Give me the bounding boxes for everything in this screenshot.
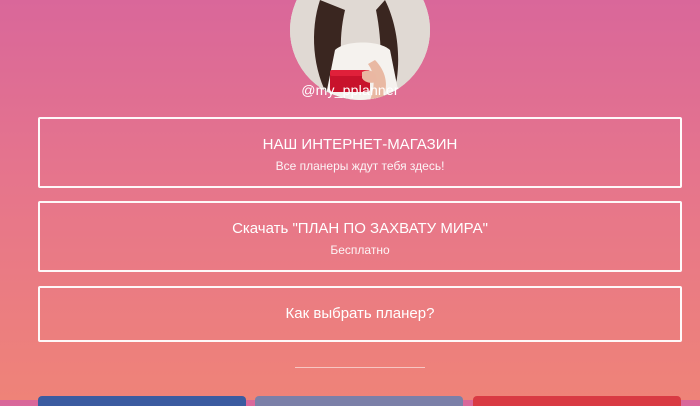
link-title: Скачать "ПЛАН ПО ЗАХВАТУ МИРА"	[232, 220, 488, 237]
link-subtitle: Бесплатно	[330, 243, 390, 257]
social-button-1[interactable]	[38, 396, 246, 406]
link-online-store[interactable]: НАШ ИНТЕРНЕТ-МАГАЗИН Все планеры ждут те…	[38, 117, 682, 188]
link-subtitle: Все планеры ждут тебя здесь!	[275, 159, 445, 173]
social-button-3[interactable]	[473, 396, 681, 406]
link-title: Как выбрать планер?	[285, 305, 435, 322]
link-download-plan[interactable]: Скачать "ПЛАН ПО ЗАХВАТУ МИРА" Бесплатно	[38, 201, 682, 272]
link-choose-planner[interactable]: Как выбрать планер?	[38, 286, 682, 342]
link-title: НАШ ИНТЕРНЕТ-МАГАЗИН	[262, 136, 458, 153]
profile-username: @my_pplanner	[301, 82, 399, 98]
social-button-2[interactable]	[255, 396, 463, 406]
section-divider	[295, 367, 425, 368]
